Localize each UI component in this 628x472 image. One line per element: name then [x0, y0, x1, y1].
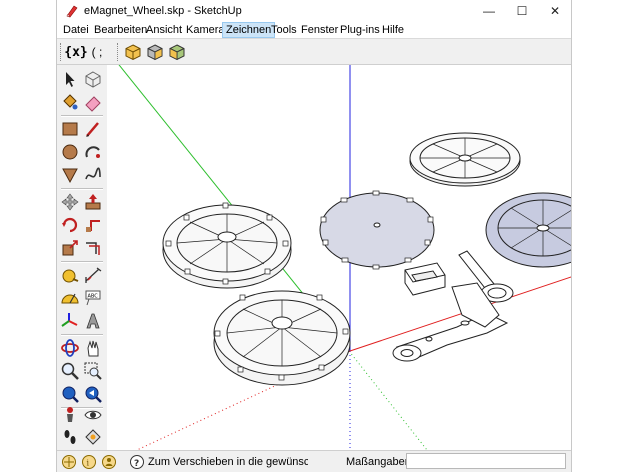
- menu-plugins[interactable]: Plug-ins: [337, 23, 383, 37]
- status-bar: i ? Zum Verschieben in die gewünschte Ma…: [57, 450, 571, 472]
- drawing-viewport[interactable]: [107, 65, 572, 450]
- menu-hilfe[interactable]: Hilfe: [379, 23, 407, 37]
- toolbar-separator: [61, 115, 103, 117]
- menu-bar: Datei Bearbeiten Ansicht Kamera Zeichnen…: [57, 22, 571, 38]
- offset-icon[interactable]: [83, 238, 103, 258]
- help-icon[interactable]: ?: [129, 454, 145, 470]
- scale-icon[interactable]: [60, 238, 80, 258]
- component-attributes-button[interactable]: [167, 42, 187, 62]
- protractor-icon[interactable]: [60, 288, 80, 308]
- measurements-input[interactable]: [406, 453, 566, 469]
- geo-location-icon[interactable]: [61, 454, 77, 470]
- menu-ansicht[interactable]: Ansicht: [143, 23, 185, 37]
- axes-icon[interactable]: [60, 311, 80, 331]
- magnet-holder-block[interactable]: [404, 262, 446, 296]
- magnet-wheel-lower[interactable]: [213, 290, 351, 386]
- close-icon: ✕: [549, 4, 561, 18]
- polygon-icon[interactable]: [60, 165, 80, 185]
- toolbar-separator: [61, 261, 103, 263]
- window-title: eMagnet_Wheel.skp - SketchUp: [84, 5, 242, 17]
- magnet-wheel-upper[interactable]: [162, 202, 292, 289]
- component-options-icon: [147, 44, 163, 61]
- title-bar: eMagnet_Wheel.skp - SketchUp — ☐ ✕: [57, 0, 571, 22]
- green-axis-dotted: [348, 350, 428, 450]
- section-plane-icon[interactable]: [83, 427, 103, 447]
- component-box-icon: [125, 44, 141, 61]
- circle-icon[interactable]: [60, 142, 80, 162]
- ruby-console-extra-button[interactable]: ( ;: [88, 42, 106, 62]
- component-options-button[interactable]: [145, 42, 165, 62]
- component-box-button[interactable]: [123, 42, 143, 62]
- zoom-icon[interactable]: [60, 361, 80, 381]
- 3d-text-icon[interactable]: [83, 311, 103, 331]
- eraser-icon[interactable]: [83, 92, 103, 112]
- pan-icon[interactable]: [83, 338, 103, 358]
- menu-tools[interactable]: Tools: [268, 23, 300, 37]
- credits-icon[interactable]: i: [81, 454, 97, 470]
- maximize-icon: ☐: [516, 4, 528, 18]
- component-attributes-icon: [169, 44, 185, 61]
- minimize-button[interactable]: —: [472, 0, 506, 22]
- zoom-extents-icon[interactable]: [60, 384, 80, 404]
- arc-icon[interactable]: [83, 142, 103, 162]
- user-icon[interactable]: [101, 454, 117, 470]
- dimension-icon[interactable]: [83, 265, 103, 285]
- menu-bearbeiten[interactable]: Bearbeiten: [91, 23, 150, 37]
- svg-text:i: i: [87, 459, 90, 468]
- follow-me-icon[interactable]: [83, 215, 103, 235]
- ruby-console-icon: {x}: [64, 44, 88, 60]
- menu-kamera[interactable]: Kamera: [183, 23, 228, 37]
- maximize-button[interactable]: ☐: [505, 0, 539, 22]
- svg-text:?: ?: [134, 459, 139, 469]
- make-component-icon[interactable]: [83, 69, 103, 89]
- tape-measure-icon[interactable]: [60, 265, 80, 285]
- zoom-window-icon[interactable]: [83, 361, 103, 381]
- sketchup-logo-icon: [66, 5, 78, 18]
- previous-view-icon[interactable]: [83, 384, 103, 404]
- ruby-console-button[interactable]: {x}: [64, 42, 88, 62]
- ruby-console-suffix: ( ;: [91, 45, 103, 59]
- selected-gear-disc[interactable]: [319, 190, 435, 270]
- rotate-icon[interactable]: [60, 215, 80, 235]
- status-hint: Zum Verschieben in die gewünschte: [148, 456, 308, 468]
- toolbar-separator: [61, 188, 103, 190]
- svg-text:ABC: ABC: [88, 294, 99, 300]
- toolbar-grip[interactable]: [117, 43, 121, 61]
- move-icon[interactable]: [60, 192, 80, 212]
- selected-slotted-disc[interactable]: [485, 192, 572, 268]
- push-pull-icon[interactable]: [83, 192, 103, 212]
- rectangle-icon[interactable]: [60, 119, 80, 139]
- left-toolbar: ABC: [57, 65, 108, 450]
- top-toolbar: {x} ( ;: [57, 38, 571, 65]
- menu-datei[interactable]: Datei: [60, 23, 92, 37]
- close-button[interactable]: ✕: [538, 0, 571, 22]
- orbit-icon[interactable]: [60, 338, 80, 358]
- look-around-icon[interactable]: [83, 405, 103, 425]
- text-icon[interactable]: ABC: [83, 288, 103, 308]
- minimize-icon: —: [483, 4, 495, 18]
- select-icon[interactable]: [60, 69, 80, 89]
- toolbar-separator: [61, 334, 103, 336]
- freehand-icon[interactable]: [83, 165, 103, 185]
- paint-bucket-icon[interactable]: [60, 92, 80, 112]
- measurements-label: Maßangaben: [346, 456, 411, 468]
- menu-fenster[interactable]: Fenster: [298, 23, 341, 37]
- sketchup-window: eMagnet_Wheel.skp - SketchUp — ☐ ✕ Datei…: [56, 0, 572, 472]
- line-icon[interactable]: [83, 119, 103, 139]
- walk-icon[interactable]: [60, 427, 80, 447]
- model-canvas[interactable]: [107, 65, 572, 450]
- flat-slotted-disc[interactable]: [409, 132, 521, 187]
- position-camera-icon[interactable]: [60, 405, 80, 425]
